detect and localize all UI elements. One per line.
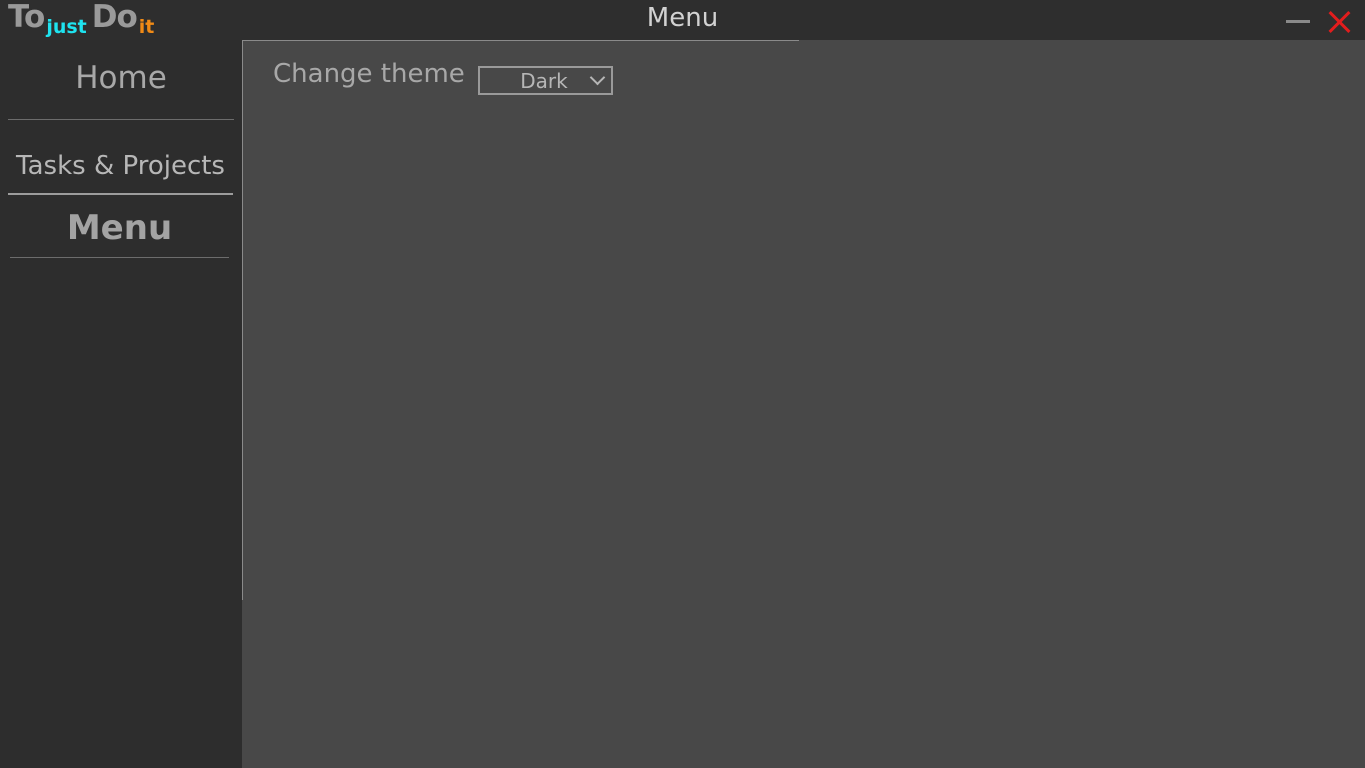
content-divider-left (242, 40, 243, 600)
close-button[interactable] (1322, 4, 1356, 36)
sidebar-item-tasks-projects[interactable]: Tasks & Projects (8, 136, 233, 195)
title-bar: To just Do it Menu (0, 0, 1365, 40)
sidebar-item-label: Home (75, 60, 167, 96)
app-logo: To just Do it (8, 2, 159, 40)
change-theme-label: Change theme (273, 59, 465, 89)
minimize-icon (1286, 20, 1310, 23)
app-window: To just Do it Menu Home Tasks & Projects Me… (0, 0, 1365, 768)
logo-word-it: it (138, 16, 155, 38)
window-title: Menu (646, 3, 719, 33)
logo-word-to: To (8, 0, 45, 35)
content-divider-top (242, 40, 799, 41)
main-content: Change theme Dark (242, 40, 1365, 768)
sidebar: Home Tasks & Projects Menu (0, 40, 242, 768)
logo-word-just: just (46, 16, 87, 38)
sidebar-item-home[interactable]: Home (8, 46, 234, 120)
sidebar-item-menu[interactable]: Menu (10, 198, 229, 258)
minimize-button[interactable] (1282, 4, 1316, 36)
sidebar-item-label: Menu (66, 208, 173, 248)
sidebar-item-label: Tasks & Projects (16, 151, 225, 181)
theme-dropdown-value: Dark (520, 69, 568, 93)
logo-word-do: Do (91, 0, 138, 35)
theme-dropdown[interactable]: Dark (478, 66, 613, 95)
window-title-container: Menu (0, 3, 1365, 33)
